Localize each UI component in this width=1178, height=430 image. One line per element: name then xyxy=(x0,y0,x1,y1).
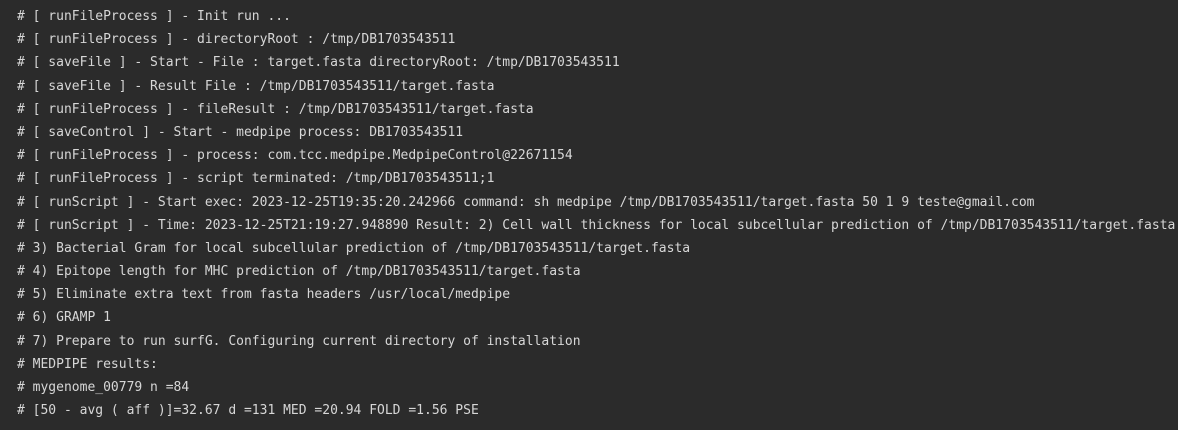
terminal-output: # [ runFileProcess ] - Init run ... # [ … xyxy=(0,0,1178,430)
log-line-3: # [ saveFile ] - Start - File : target.f… xyxy=(17,55,620,71)
log-line-9: # [ runScript ] - Start exec: 2023-12-25… xyxy=(17,194,1035,210)
log-line-8: # [ runFileProcess ] - script terminated… xyxy=(17,171,495,187)
log-line-18: # [50 - avg ( aff )]=32.67 d =131 MED =2… xyxy=(17,403,479,419)
log-line-2: # [ runFileProcess ] - directoryRoot : /… xyxy=(17,32,456,48)
log-line-1: # [ runFileProcess ] - Init run ... xyxy=(17,9,291,24)
log-line-17: # mygenome_00779 n =84 xyxy=(17,380,190,395)
log-line-5: # [ runFileProcess ] - fileResult : /tmp… xyxy=(17,101,534,117)
log-line-14: # 6) GRAMP 1 xyxy=(17,310,111,326)
log-line-13: # 5) Eliminate extra text from fasta hea… xyxy=(17,287,511,303)
log-line-11: # 3) Bacterial Gram for local subcellula… xyxy=(17,240,691,256)
log-line-6: # [ saveControl ] - Start - medpipe proc… xyxy=(17,124,464,140)
log-line-4: # [ saveFile ] - Result File : /tmp/DB17… xyxy=(17,78,495,94)
log-line-7: # [ runFileProcess ] - process: com.tcc.… xyxy=(17,148,573,164)
log-line-15: # 7) Prepare to run surfG. Configuring c… xyxy=(17,333,581,349)
log-line-12: # 4) Epitope length for MHC prediction o… xyxy=(17,264,581,280)
log-line-16: # MEDPIPE results: xyxy=(17,356,158,372)
log-line-10: # [ runScript ] - Time: 2023-12-25T21:19… xyxy=(17,217,1176,233)
